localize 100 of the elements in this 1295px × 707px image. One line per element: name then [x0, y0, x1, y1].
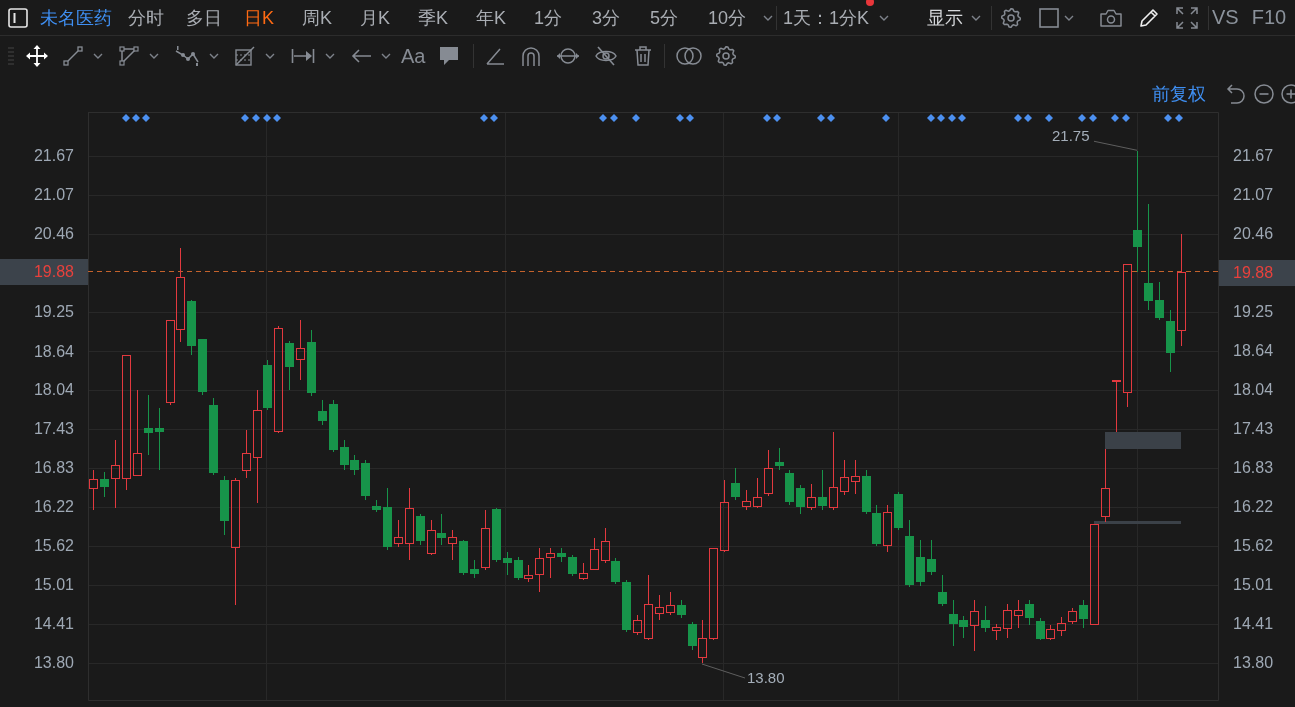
event-marker-icon[interactable] — [827, 114, 835, 122]
event-marker-icon[interactable] — [773, 114, 781, 122]
event-marker-icon[interactable] — [480, 114, 488, 122]
falling-candlestick — [437, 513, 446, 546]
line-tool-icon[interactable] — [63, 46, 83, 66]
chevron-down-icon[interactable] — [763, 14, 773, 21]
event-marker-icon[interactable] — [599, 114, 607, 122]
event-marker-icon[interactable] — [1122, 114, 1130, 122]
period-tab[interactable]: 3分 — [586, 3, 626, 32]
event-marker-icon[interactable] — [1111, 114, 1119, 122]
event-marker-icon[interactable] — [273, 114, 281, 122]
event-marker-icon[interactable] — [937, 114, 945, 122]
rising-candlestick — [296, 319, 305, 381]
text-tool-button[interactable]: Aa — [401, 44, 426, 68]
eye-slash-icon[interactable] — [595, 45, 618, 67]
zoom-out-icon[interactable] — [1254, 84, 1274, 104]
chevron-down-icon[interactable] — [149, 53, 159, 59]
event-marker-icon[interactable] — [241, 114, 249, 122]
price-axis-label: 15.62 — [33, 536, 74, 555]
measure-tool-icon[interactable] — [291, 46, 315, 66]
arrow-left-icon[interactable] — [351, 49, 371, 63]
event-marker-icon[interactable] — [1024, 114, 1032, 122]
toolbar-link[interactable]: VS — [1212, 6, 1239, 29]
settings-icon[interactable] — [716, 46, 737, 66]
event-marker-icon[interactable] — [958, 114, 966, 122]
falling-candlestick — [416, 513, 425, 546]
period-tab[interactable]: 周K — [296, 3, 338, 32]
current-price-label: 19.88 — [0, 258, 88, 285]
pencil-icon[interactable] — [1139, 7, 1160, 28]
magnet-icon[interactable] — [521, 46, 542, 66]
falling-candlestick — [677, 599, 686, 619]
falling-candlestick — [1155, 281, 1164, 321]
event-marker-icon[interactable] — [1014, 114, 1022, 122]
toolbar-link[interactable]: F10 — [1251, 6, 1287, 29]
rising-candlestick — [448, 529, 457, 561]
polygon-tool-icon[interactable] — [119, 46, 139, 66]
fullscreen-icon[interactable] — [1176, 6, 1199, 29]
event-marker-icon[interactable] — [763, 114, 771, 122]
zoom-in-icon[interactable] — [1281, 84, 1295, 104]
chevron-down-icon[interactable] — [93, 53, 103, 59]
event-marker-icon[interactable] — [817, 114, 825, 122]
display-dropdown[interactable]: 显示 — [927, 3, 982, 32]
period-tab[interactable]: 月K — [354, 3, 396, 32]
period-tab[interactable]: 5分 — [644, 3, 684, 32]
square-icon[interactable] — [1039, 7, 1060, 28]
event-marker-icon[interactable] — [632, 114, 640, 122]
price-annotation: 21.75 — [1052, 127, 1090, 146]
trash-icon[interactable] — [634, 46, 653, 66]
price-axis-label: 18.04 — [1233, 380, 1274, 399]
price-axis-label: 16.83 — [1233, 458, 1274, 477]
panel-toggle-icon[interactable] — [8, 7, 28, 28]
period-tab[interactable]: 多日 — [180, 3, 228, 32]
event-marker-icon[interactable] — [1175, 114, 1183, 122]
rising-candlestick — [524, 564, 533, 583]
angle-icon[interactable] — [486, 47, 505, 65]
zigzag-tool-icon[interactable] — [175, 46, 199, 66]
camera-icon[interactable] — [1100, 8, 1123, 27]
rising-candlestick — [807, 483, 816, 511]
event-marker-icon[interactable] — [132, 114, 140, 122]
rising-candlestick — [1046, 624, 1055, 641]
chevron-down-icon[interactable] — [325, 53, 335, 59]
event-marker-icon[interactable] — [142, 114, 150, 122]
event-marker-icon[interactable] — [490, 114, 498, 122]
event-marker-icon[interactable] — [686, 114, 694, 122]
period-tab[interactable]: 季K — [412, 3, 454, 32]
grid-tool-icon[interactable] — [235, 46, 255, 66]
period-tab[interactable]: 日K — [238, 3, 280, 32]
falling-candlestick — [938, 574, 947, 607]
event-marker-icon[interactable] — [676, 114, 684, 122]
sync-icon[interactable] — [556, 46, 581, 66]
period-tab[interactable]: 1分 — [528, 3, 568, 32]
event-marker-icon[interactable] — [1164, 114, 1172, 122]
stock-name[interactable]: 未名医药 — [40, 5, 112, 30]
period-tab[interactable]: 分时 — [122, 3, 170, 32]
price-axis-label: 20.46 — [33, 225, 74, 244]
chevron-down-icon[interactable] — [209, 53, 219, 59]
move-icon[interactable] — [26, 45, 48, 67]
rising-candlestick — [970, 599, 979, 652]
event-marker-icon[interactable] — [263, 114, 271, 122]
event-marker-icon[interactable] — [610, 114, 618, 122]
price-adjustment-button[interactable]: 前复权 — [1152, 82, 1206, 106]
event-marker-icon[interactable] — [948, 114, 956, 122]
chevron-down-icon[interactable] — [381, 53, 391, 59]
chevron-down-icon[interactable] — [879, 14, 890, 21]
undo-icon[interactable] — [1226, 84, 1246, 104]
event-marker-icon[interactable] — [1089, 114, 1097, 122]
comment-icon[interactable] — [439, 46, 460, 66]
overlapping-circles-icon[interactable] — [676, 47, 703, 65]
event-marker-icon[interactable] — [122, 114, 130, 122]
period-tab[interactable]: 10分 — [702, 3, 753, 32]
event-marker-icon[interactable] — [927, 114, 935, 122]
chevron-down-icon[interactable] — [971, 14, 982, 21]
chevron-down-icon[interactable] — [1064, 14, 1075, 21]
chevron-down-icon[interactable] — [265, 53, 275, 59]
settings-icon[interactable] — [1001, 7, 1022, 28]
event-marker-icon[interactable] — [1045, 114, 1053, 122]
period-tab[interactable]: 年K — [470, 3, 512, 32]
event-marker-icon[interactable] — [1078, 114, 1086, 122]
event-marker-icon[interactable] — [882, 114, 890, 122]
event-marker-icon[interactable] — [252, 114, 260, 122]
